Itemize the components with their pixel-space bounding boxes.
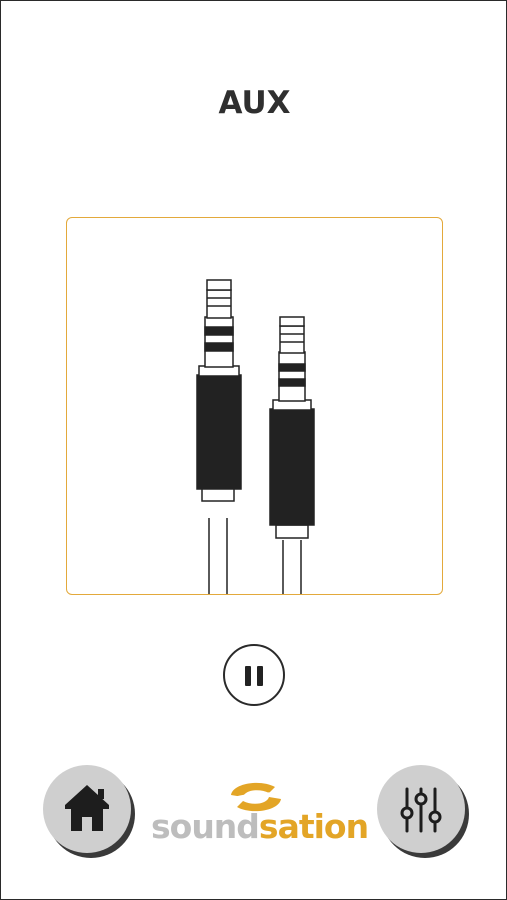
page-title: AUX	[218, 85, 291, 121]
brand-logo: soundsation	[151, 777, 369, 849]
media-card	[66, 217, 443, 595]
aux-cable-jacks-icon	[196, 279, 315, 594]
pause-icon	[245, 666, 251, 686]
brand-wordmark-sound: sound	[151, 807, 260, 846]
pause-icon-bar	[257, 666, 263, 686]
home-icon	[65, 785, 109, 831]
home-button[interactable]	[43, 765, 131, 853]
equalizer-button[interactable]	[377, 765, 465, 853]
app-screen: AUX soundsation	[0, 0, 507, 900]
equalizer-icon	[400, 787, 442, 833]
pause-button[interactable]	[223, 644, 285, 706]
brand-wordmark: soundsation	[151, 807, 369, 846]
brand-wordmark-sation: sation	[258, 807, 369, 846]
